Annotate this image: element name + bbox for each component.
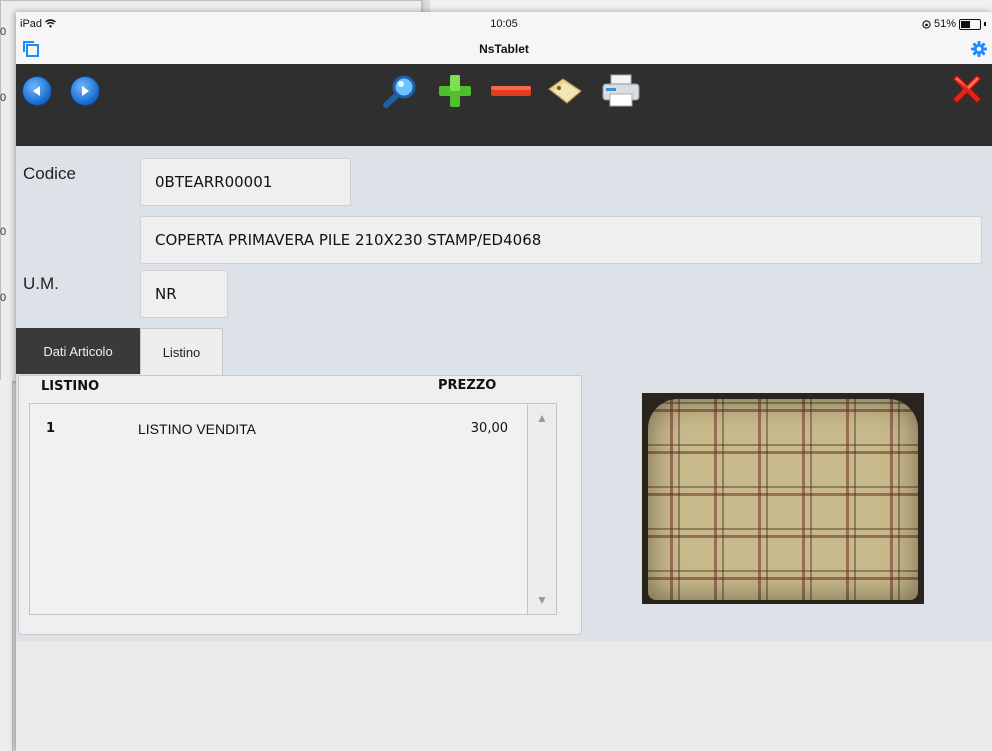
- tab-dati-articolo[interactable]: Dati Articolo: [16, 328, 140, 374]
- edge-number: 0: [0, 292, 7, 304]
- scroll-up-icon[interactable]: ▲: [528, 404, 556, 432]
- battery-percent: 51%: [933, 18, 956, 30]
- edge-number: 0: [0, 26, 7, 38]
- clock: 10:05: [490, 18, 518, 30]
- title-bar: NsTablet: [16, 36, 992, 65]
- battery-icon: [959, 18, 981, 30]
- label-icon[interactable]: [544, 74, 586, 108]
- row-name: LISTINO VENDITA: [138, 421, 256, 437]
- edge-number: 0: [0, 226, 7, 238]
- close-icon[interactable]: [946, 72, 988, 106]
- codice-label: Codice: [23, 164, 76, 183]
- um-label: U.M.: [23, 274, 59, 293]
- forward-icon[interactable]: [70, 76, 100, 106]
- descrizione-value: COPERTA PRIMAVERA PILE 210X230 STAMP/ED4…: [155, 231, 542, 249]
- battery-fill: [961, 20, 970, 28]
- search-icon[interactable]: [380, 74, 422, 108]
- lock-rotation-icon: [922, 19, 931, 29]
- tab-label: Listino: [162, 345, 201, 360]
- scrollbar[interactable]: ▲ ▼: [527, 404, 556, 614]
- add-icon[interactable]: [434, 74, 476, 108]
- back-icon[interactable]: [22, 76, 52, 106]
- row-price: 30,00: [470, 421, 508, 436]
- um-field[interactable]: NR: [140, 270, 228, 318]
- tab-listino[interactable]: Listino: [140, 328, 223, 376]
- codice-value: 0BTEARR00001: [155, 173, 273, 191]
- print-icon[interactable]: [600, 74, 642, 108]
- background-window-edge: [0, 380, 13, 751]
- toolbar: [16, 64, 992, 146]
- plaid-blanket-image: [648, 399, 918, 600]
- column-header-listino: LISTINO: [41, 379, 100, 394]
- scroll-down-icon[interactable]: ▼: [528, 586, 556, 614]
- battery-indicator: 51%: [922, 18, 986, 30]
- row-number: 1: [46, 421, 56, 436]
- descrizione-field[interactable]: COPERTA PRIMAVERA PILE 210X230 STAMP/ED4…: [140, 216, 982, 264]
- status-bar: iPad 10:05 51%: [16, 12, 992, 36]
- app-title: NsTablet: [479, 42, 529, 56]
- listino-list[interactable]: 1 LISTINO VENDITA 30,00 ▲ ▼: [29, 403, 557, 615]
- gear-icon[interactable]: [970, 40, 988, 63]
- column-header-prezzo: PREZZO: [438, 378, 497, 393]
- app-window: iPad 10:05 51% NsTablet Codice 0BTEARR00…: [16, 12, 992, 751]
- remove-icon[interactable]: [490, 74, 532, 108]
- listino-panel: LISTINO PREZZO 1 LISTINO VENDITA 30,00 ▲…: [18, 375, 582, 635]
- table-row[interactable]: 1 LISTINO VENDITA 30,00: [30, 416, 528, 442]
- edge-number: 0: [0, 92, 7, 104]
- product-image: [642, 393, 924, 604]
- tab-label: Dati Articolo: [43, 343, 113, 359]
- codice-field[interactable]: 0BTEARR00001: [140, 158, 351, 206]
- um-value: NR: [155, 285, 177, 303]
- battery-tip: [984, 22, 986, 26]
